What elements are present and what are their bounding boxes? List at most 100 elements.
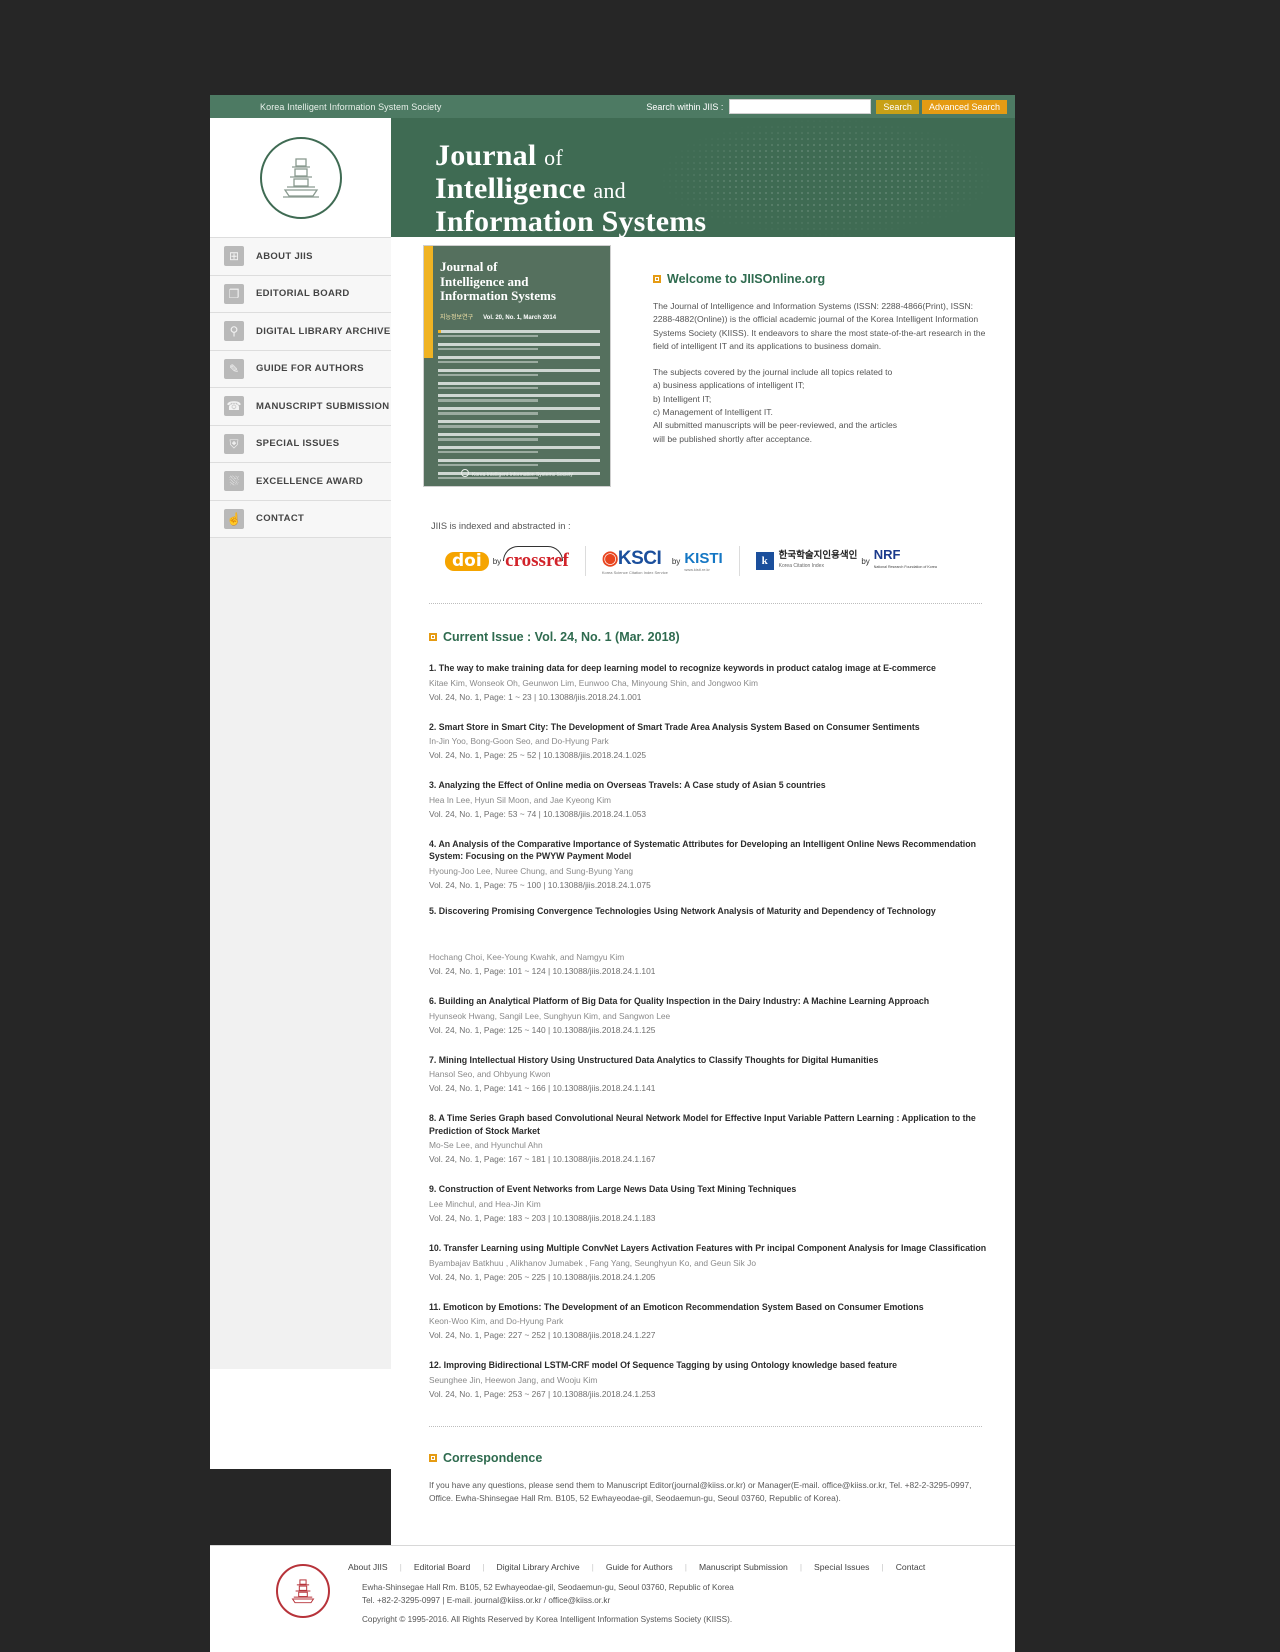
article-meta: Vol. 24, No. 1, Page: 167 ~ 181 | 10.130…: [429, 1154, 656, 1165]
article-authors: Hea In Lee, Hyun Sil Moon, and Jae Kyeon…: [429, 794, 612, 805]
ksci-kisti-logo[interactable]: ◉KSCI Korea Science Citation Index Servi…: [586, 541, 739, 581]
main-columns: ⊞ ABOUT JIIS ❐ EDITORIAL BOARD ⚲ DIGITAL…: [210, 237, 1015, 1545]
kci-subtitle: Korea Citation Index: [778, 563, 824, 569]
footer-link-manuscript-submission[interactable]: Manuscript Submission: [687, 1562, 800, 1572]
article-entry[interactable]: 8. A Time Series Graph based Convolution…: [429, 1094, 988, 1165]
journal-cover-image[interactable]: Journal of Intelligence and Information …: [423, 245, 611, 487]
article-entry[interactable]: 5. Discovering Promising Convergence Tec…: [429, 891, 988, 949]
kisti-subtitle: www.kisti.re.kr: [684, 567, 710, 572]
article-meta: Vol. 24, No. 1, Page: 101 ~ 124 | 10.130…: [429, 965, 656, 976]
advanced-search-button[interactable]: Advanced Search: [921, 99, 1007, 114]
search-button[interactable]: Search: [876, 99, 919, 114]
search-area: Search within JIIS : Search Advanced Sea…: [646, 95, 1007, 118]
site-page: Korea Intelligent Information System Soc…: [210, 95, 1015, 1652]
doi-crossref-logo[interactable]: doi by crossref: [429, 541, 585, 581]
cover-toc-entry: [438, 342, 600, 351]
article-title[interactable]: 4. An Analysis of the Comparative Import…: [429, 838, 988, 863]
article-entry[interactable]: 11. Emoticon by Emotions: The Developmen…: [429, 1283, 988, 1342]
article-meta: Vol. 24, No. 1, Page: 125 ~ 140 | 10.130…: [429, 1024, 656, 1035]
by-text: by: [492, 556, 502, 566]
sidebar-item-contact[interactable]: ☝ CONTACT: [210, 500, 391, 538]
cover-toc-entry: [438, 407, 600, 415]
article-title[interactable]: 7. Mining Intellectual History Using Uns…: [429, 1054, 988, 1067]
article-entry[interactable]: 7. Mining Intellectual History Using Uns…: [429, 1036, 988, 1095]
article-title[interactable]: 10. Transfer Learning using Multiple Con…: [429, 1242, 988, 1255]
article-authors: Byambajav Batkhuu , Alikhanov Jumabek , …: [429, 1257, 756, 1268]
sidebar-item-editorial-board[interactable]: ❐ EDITORIAL BOARD: [210, 275, 391, 313]
correspondence-body: If you have any questions, please send t…: [429, 1479, 972, 1503]
footer-text-block: About JIIS | Editorial Board | Digital Lib…: [348, 1562, 937, 1624]
article-title[interactable]: 3. Analyzing the Effect of Online media …: [429, 779, 988, 792]
article-entry[interactable]: 1. The way to make training data for dee…: [429, 644, 988, 703]
site-footer: About JIIS | Editorial Board | Digital Lib…: [210, 1544, 1015, 1652]
pagoda-icon: [291, 1579, 315, 1603]
footer-link-about-jiis[interactable]: About JIIS: [348, 1562, 400, 1572]
article-authors: Kitae Kim, Wonseok Oh, Geunwon Lim, Eunw…: [429, 677, 758, 688]
article-entry[interactable]: 10. Transfer Learning using Multiple Con…: [429, 1224, 988, 1283]
kci-nrf-logo[interactable]: k 한국학술지인용색인 Korea Citation Index by NRF …: [740, 541, 953, 581]
pagoda-icon: [282, 157, 319, 198]
cover-volume-text: Vol. 20, No. 1, March 2014: [483, 315, 557, 321]
cover-contents-list: [438, 330, 600, 485]
article-entry[interactable]: 12. Improving Bidirectional LSTM-CRF mod…: [429, 1341, 988, 1400]
cover-toc-entry: [438, 368, 600, 377]
article-title[interactable]: 5. Discovering Promising Convergence Tec…: [429, 905, 988, 918]
article-authors: Hyoung-Joo Lee, Nuree Chung, and Sung-By…: [429, 865, 634, 876]
footer-link-editorial-board[interactable]: Editorial Board: [402, 1562, 482, 1572]
footer-link-contact[interactable]: Contact: [884, 1562, 938, 1572]
article-meta: Vol. 24, No. 1, Page: 183 ~ 203 | 10.130…: [429, 1212, 656, 1223]
footer-contact: Tel. +82-2-3295-0997 | E-mail. journal@k…: [362, 1595, 611, 1605]
article-entry[interactable]: 3. Analyzing the Effect of Online media …: [429, 761, 988, 820]
article-authors: Keon-Woo Kim, and Do-Hyung Park: [429, 1316, 564, 1327]
subject-c: c) Management of Intelligent IT.: [653, 407, 773, 418]
article-title[interactable]: 9. Construction of Event Networks from L…: [429, 1183, 988, 1196]
current-issue-heading-row: Current Issue : Vol. 24, No. 1 (Mar. 201…: [429, 630, 988, 644]
society-logo[interactable]: [210, 118, 391, 237]
title-line1: Journal: [435, 139, 537, 172]
monitor-icon: ❐: [224, 283, 244, 304]
welcome-paragraph-2: The subjects covered by the journal incl…: [653, 366, 988, 446]
crossref-wordmark: crossref: [503, 546, 569, 572]
article-entry[interactable]: 9. Construction of Event Networks from L…: [429, 1165, 988, 1224]
logo-circle-icon: [259, 136, 342, 219]
footer-link-digital-library-archive[interactable]: Digital Library Archive: [485, 1562, 592, 1572]
article-title[interactable]: 11. Emoticon by Emotions: The Developmen…: [429, 1301, 988, 1314]
article-title[interactable]: 6. Building an Analytical Platform of Bi…: [429, 995, 988, 1008]
footer-link-guide-for-authors[interactable]: Guide for Authors: [594, 1562, 685, 1572]
sidebar-item-guide-for-authors[interactable]: ✎ GUIDE FOR AUTHORS: [210, 350, 391, 388]
sidebar-item-about-jiis[interactable]: ⊞ ABOUT JIIS: [210, 237, 391, 276]
sidebar-item-special-issues[interactable]: ⛨ SPECIAL ISSUES: [210, 425, 391, 463]
article-meta: Vol. 24, No. 1, Page: 25 ~ 52 | 10.13088…: [429, 750, 647, 761]
sidebar-item-label: MANUSCRIPT SUBMISSION: [256, 400, 390, 412]
article-entry[interactable]: 2. Smart Store in Smart City: The Develo…: [429, 703, 988, 762]
title-line3: Information Systems: [435, 205, 707, 237]
section-bullet-icon: [653, 275, 661, 283]
review-note-line1: All submitted manuscripts will be peer-r…: [653, 420, 898, 431]
article-title[interactable]: 2. Smart Store in Smart City: The Develo…: [429, 721, 988, 734]
article-title[interactable]: 8. A Time Series Graph based Convolution…: [429, 1112, 988, 1137]
article-title[interactable]: 1. The way to make training data for dee…: [429, 662, 988, 675]
title-line2-and: and: [593, 178, 626, 203]
cover-toc-entry: [438, 394, 600, 402]
section-bullet-icon: [429, 1453, 437, 1462]
search-input[interactable]: [729, 99, 872, 114]
sidebar-item-excellence-award[interactable]: ⛆ EXCELLENCE AWARD: [210, 463, 391, 501]
article-entry[interactable]: 4. An Analysis of the Comparative Import…: [429, 820, 988, 891]
sidebar-item-digital-library-archive[interactable]: ⚲ DIGITAL LIBRARY ARCHIVE: [210, 313, 391, 351]
top-utility-bar: Korea Intelligent Information System Soc…: [210, 95, 1015, 118]
cover-toc-entry: [438, 420, 600, 428]
subject-b: b) Intelligent IT;: [653, 393, 712, 404]
footer-link-special-issues[interactable]: Special Issues: [802, 1562, 881, 1572]
masthead: Journal of Intelligence and Information …: [210, 118, 1015, 237]
welcome-section: Journal of Intelligence and Information …: [423, 237, 988, 487]
section-divider: [429, 603, 982, 604]
sidebar-item-manuscript-submission[interactable]: ☎ MANUSCRIPT SUBMISSION: [210, 388, 391, 426]
article-authors: Hyunseok Hwang, Sangil Lee, Sunghyun Kim…: [429, 1010, 671, 1021]
footer-links: About JIIS | Editorial Board | Digital Lib…: [348, 1562, 937, 1572]
article-meta: Vol. 24, No. 1, Page: 253 ~ 267 | 10.130…: [429, 1388, 656, 1399]
article-meta: Vol. 24, No. 1, Page: 75 ~ 100 | 10.1308…: [429, 879, 651, 890]
article-entry[interactable]: 6. Building an Analytical Platform of Bi…: [429, 977, 988, 1036]
article-title[interactable]: 12. Improving Bidirectional LSTM-CRF mod…: [429, 1359, 988, 1372]
nrf-wordmark: NRF National Research Foundation of Kore…: [874, 548, 937, 573]
correspondence-heading: Correspondence: [443, 1450, 543, 1465]
